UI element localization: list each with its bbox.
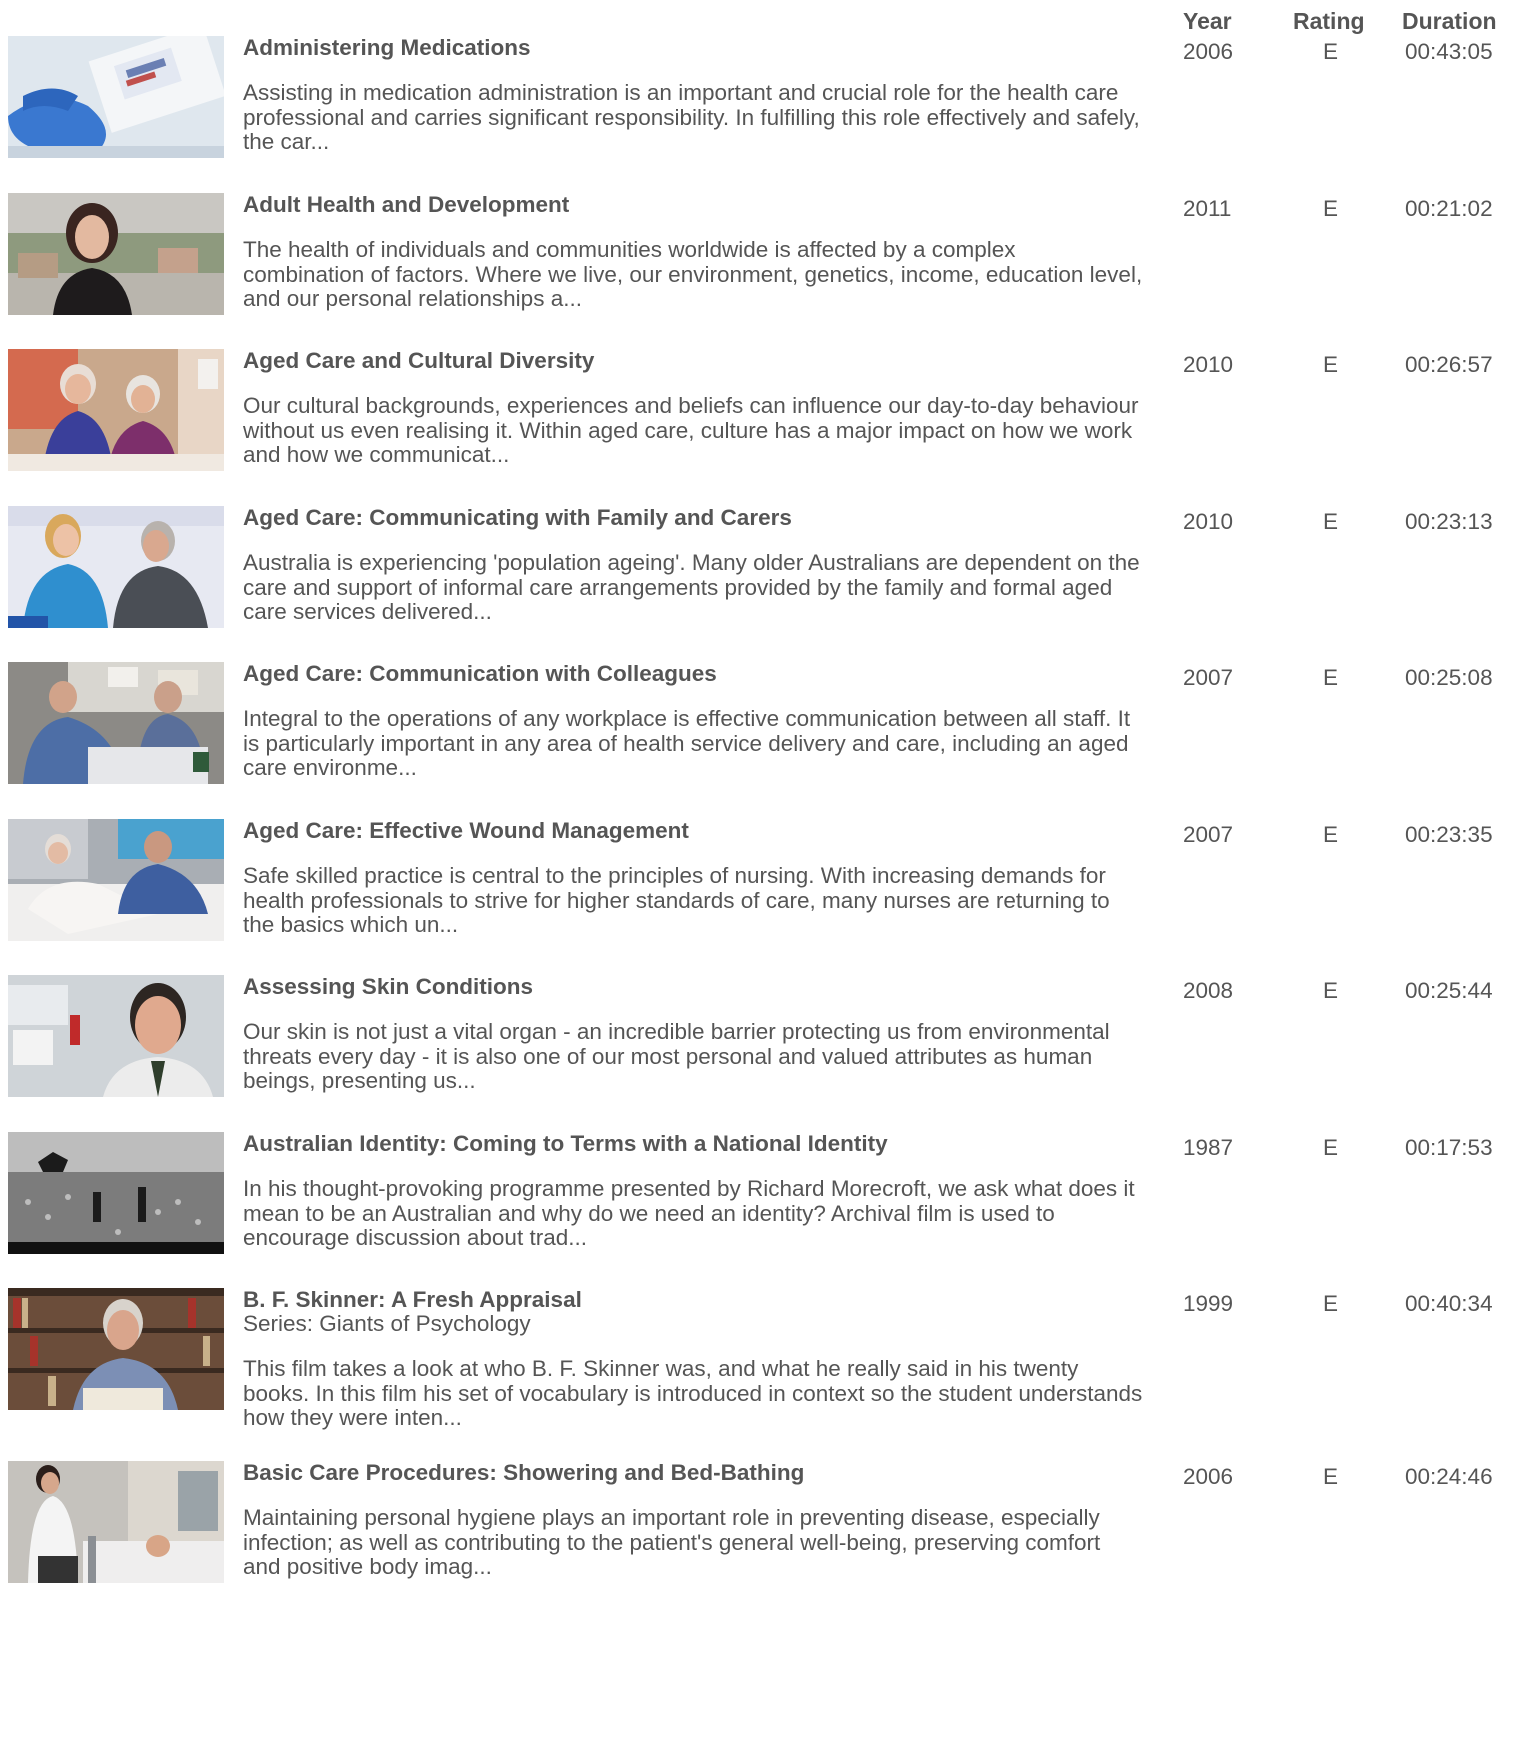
item-duration: 00:24:46 [1405, 1464, 1493, 1489]
item-duration: 00:25:08 [1405, 665, 1493, 690]
archival-film-thumbnail[interactable] [8, 1132, 224, 1254]
library-speaker-thumbnail[interactable] [8, 1288, 224, 1410]
item-rating: E [1323, 665, 1339, 690]
item-duration: 00:17:53 [1405, 1135, 1493, 1160]
item-rating: E [1323, 1464, 1339, 1489]
item-year: 2010 [1183, 509, 1234, 534]
item-title-link[interactable]: Aged Care: Communication with Colleagues [243, 662, 1143, 686]
item-duration: 00:43:05 [1405, 39, 1493, 64]
elderly-women-thumbnail[interactable] [8, 349, 224, 471]
item-rating: E [1323, 1135, 1339, 1160]
item-rating: E [1323, 1291, 1339, 1316]
list-item: Assessing Skin Conditions Our skin is not… [0, 975, 1515, 1149]
item-description: Maintaining personal hygiene plays an im… [243, 1505, 1101, 1579]
item-year: 2008 [1183, 978, 1234, 1003]
item-year: 1999 [1183, 1291, 1234, 1316]
presenter-thumbnail[interactable] [8, 193, 224, 315]
item-info: Administering Medications Assisting in me… [243, 36, 1143, 155]
item-year: 2011 [1183, 196, 1232, 221]
wound-care-thumbnail[interactable] [8, 819, 224, 941]
item-info: Australian Identity: Coming to Terms wit… [243, 1132, 1143, 1251]
column-headers: Year Rating Duration [0, 8, 1515, 38]
item-duration: 00:25:44 [1405, 978, 1493, 1003]
colleagues-thumbnail[interactable] [8, 662, 224, 784]
item-duration: 00:23:13 [1405, 509, 1493, 534]
list-item: Adult Health and Development The health o… [0, 193, 1515, 367]
item-description: Safe skilled practice is central to the … [243, 863, 1110, 937]
item-rating: E [1323, 39, 1339, 64]
item-info: Aged Care: Communication with Colleagues… [243, 662, 1143, 781]
item-duration: 00:21:02 [1405, 196, 1493, 221]
item-title-link[interactable]: Australian Identity: Coming to Terms wit… [243, 1132, 1143, 1156]
item-year: 2010 [1183, 352, 1234, 377]
duration-column-header[interactable]: Duration [1402, 8, 1497, 35]
item-title-link[interactable]: Aged Care: Communicating with Family and… [243, 506, 1143, 530]
item-title-link[interactable]: Aged Care and Cultural Diversity [243, 349, 1143, 373]
item-info: Aged Care: Communicating with Family and… [243, 506, 1143, 625]
list-item: Administering Medications Assisting in me… [0, 36, 1515, 210]
item-title-link[interactable]: Adult Health and Development [243, 193, 1143, 217]
list-item: Basic Care Procedures: Showering and Bed… [0, 1461, 1515, 1635]
item-description: In his thought-provoking programme prese… [243, 1176, 1135, 1250]
item-title-link[interactable]: B. F. Skinner: A Fresh Appraisal [243, 1288, 1143, 1312]
item-info: Basic Care Procedures: Showering and Bed… [243, 1461, 1143, 1580]
item-info: Aged Care and Cultural Diversity Our cult… [243, 349, 1143, 468]
item-year: 1987 [1183, 1135, 1234, 1160]
list-item: B. F. Skinner: A Fresh Appraisal Series: … [0, 1288, 1515, 1462]
item-rating: E [1323, 509, 1339, 534]
item-year: 2007 [1183, 822, 1234, 847]
year-column-header[interactable]: Year [1183, 8, 1232, 35]
item-description: The health of individuals and communitie… [243, 237, 1143, 311]
nurse-bed-thumbnail[interactable] [8, 1461, 224, 1583]
item-description: This film takes a look at who B. F. Skin… [243, 1356, 1143, 1430]
conversation-thumbnail[interactable] [8, 506, 224, 628]
medical-supplies-thumbnail[interactable] [8, 36, 224, 158]
item-rating: E [1323, 196, 1339, 221]
item-year: 2007 [1183, 665, 1234, 690]
item-info: Aged Care: Effective Wound Management Saf… [243, 819, 1143, 938]
item-description: Assisting in medication administration i… [243, 80, 1140, 154]
item-duration: 00:40:34 [1405, 1291, 1493, 1316]
doctor-thumbnail[interactable] [8, 975, 224, 1097]
item-title-link[interactable]: Aged Care: Effective Wound Management [243, 819, 1143, 843]
item-rating: E [1323, 352, 1339, 377]
item-description: Australia is experiencing 'population ag… [243, 550, 1140, 624]
list-item: Australian Identity: Coming to Terms wit… [0, 1132, 1515, 1306]
rating-column-header[interactable]: Rating [1293, 8, 1365, 35]
item-rating: E [1323, 978, 1339, 1003]
item-duration: 00:26:57 [1405, 352, 1493, 377]
item-info: Adult Health and Development The health o… [243, 193, 1143, 312]
item-rating: E [1323, 822, 1339, 847]
list-item: Aged Care: Effective Wound Management Saf… [0, 819, 1515, 993]
item-year: 2006 [1183, 39, 1234, 64]
item-description: Our cultural backgrounds, experiences an… [243, 393, 1139, 467]
item-info: B. F. Skinner: A Fresh Appraisal Series: … [243, 1288, 1143, 1431]
list-item: Aged Care: Communication with Colleagues… [0, 662, 1515, 836]
item-description: Our skin is not just a vital organ - an … [243, 1019, 1110, 1093]
list-item: Aged Care: Communicating with Family and… [0, 506, 1515, 680]
item-title-link[interactable]: Administering Medications [243, 36, 1143, 60]
list-item: Aged Care and Cultural Diversity Our cult… [0, 349, 1515, 523]
item-title-link[interactable]: Assessing Skin Conditions [243, 975, 1143, 999]
item-duration: 00:23:35 [1405, 822, 1493, 847]
item-title-link[interactable]: Basic Care Procedures: Showering and Bed… [243, 1461, 1143, 1485]
item-info: Assessing Skin Conditions Our skin is not… [243, 975, 1143, 1094]
item-series: Series: Giants of Psychology [243, 1311, 531, 1336]
item-description: Integral to the operations of any workpl… [243, 706, 1131, 780]
item-year: 2006 [1183, 1464, 1234, 1489]
